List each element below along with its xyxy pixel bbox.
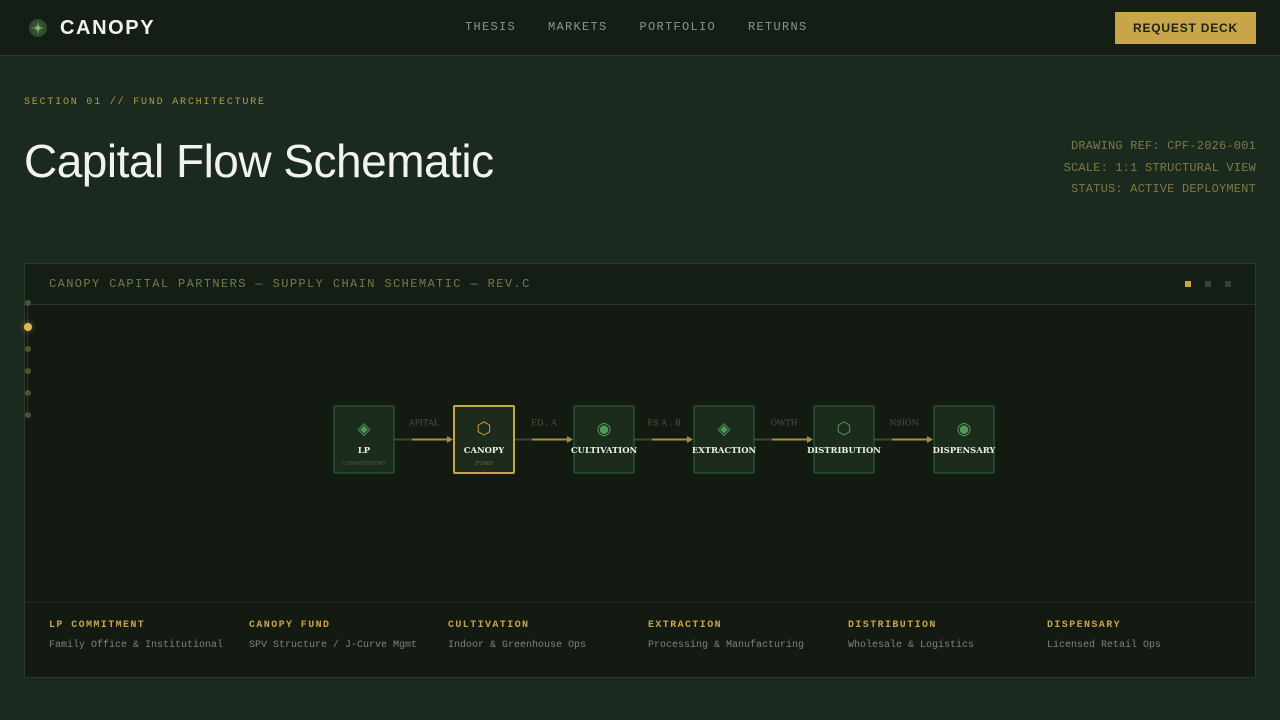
supply-chain-schematic: APITAL ED . A ES A . B OWTH NSION ◈ LP COMMITME… — [333, 405, 997, 474]
nav-link-thesis[interactable]: THESIS — [465, 20, 516, 34]
connector-label: OWTH — [770, 419, 797, 428]
schematic-node[interactable]: ◈ LP COMMITMENT — [333, 405, 395, 474]
rail-step[interactable] — [25, 346, 31, 352]
connector-label: APITAL — [408, 419, 440, 428]
flow-connector: ES A . B — [634, 419, 693, 443]
hexagon-icon: ⬡ — [837, 419, 852, 439]
canopy-leaf-icon — [29, 19, 47, 37]
section-eyebrow: SECTION 01 // FUND ARCHITECTURE — [24, 97, 266, 108]
diamond-icon: ◈ — [357, 419, 371, 439]
meta-drawing-ref: DRAWING REF: CPF-2026-001 — [1070, 139, 1256, 153]
circle-dot-icon: ◉ — [957, 419, 972, 439]
side-scroll-rail — [24, 296, 32, 422]
node-sub: COMMITMENT — [342, 461, 386, 467]
legend-desc: Wholesale & Logistics — [848, 640, 975, 651]
view-dot-2[interactable] — [1205, 281, 1211, 287]
legend-desc: Family Office & Institutional — [49, 640, 224, 651]
schematic-panel: CANOPY CAPITAL PARTNERS — SUPPLY CHAIN S… — [24, 263, 1256, 678]
arrow-head-icon — [567, 436, 573, 443]
nav-link-markets[interactable]: MARKETS — [548, 20, 608, 34]
legend-desc: SPV Structure / J-Curve Mgmt — [249, 640, 418, 651]
meta-scale: SCALE: 1:1 STRUCTURAL VIEW — [1063, 160, 1256, 175]
nav-link-returns[interactable]: RETURNS — [748, 20, 808, 34]
node-name: DISTRIBUTION — [807, 445, 881, 455]
brand-name: CANOPY — [60, 16, 156, 39]
connector-label: ED . A — [531, 419, 557, 428]
top-nav: CANOPY THESIS MARKETS PORTFOLIO RETURNS … — [0, 0, 1280, 56]
node-name: DISPENSARY — [933, 445, 997, 455]
rail-step[interactable] — [25, 300, 31, 306]
connector-label: ES A . B — [647, 419, 680, 428]
legend-label: CANOPY FUND — [249, 620, 331, 631]
legend-label: LP COMMITMENT — [49, 620, 146, 631]
legend-label: DISTRIBUTION — [848, 620, 937, 631]
view-dot-1[interactable] — [1185, 281, 1191, 287]
legend-item: CULTIVATION Indoor & Greenhouse Ops — [448, 620, 638, 651]
request-deck-button[interactable]: REQUEST DECK — [1115, 12, 1256, 44]
meta-status: STATUS: ACTIVE DEPLOYMENT — [1070, 182, 1256, 196]
legend-desc: Processing & Manufacturing — [648, 640, 805, 651]
flow-connector: ED . A — [514, 419, 573, 443]
arrow-head-icon — [447, 436, 453, 443]
node-box — [573, 405, 635, 474]
schematic-node[interactable]: ◉ CULTIVATION — [571, 405, 638, 474]
panel-title: CANOPY CAPITAL PARTNERS — SUPPLY CHAIN S… — [49, 277, 531, 291]
panel-view-switcher — [1171, 281, 1231, 287]
arrow-head-icon — [687, 436, 693, 443]
schematic-node[interactable]: ⬡ DISTRIBUTION — [807, 405, 881, 474]
legend-label: EXTRACTION — [648, 620, 723, 631]
node-name: EXTRACTION — [692, 445, 757, 455]
legend-item: DISTRIBUTION Wholesale & Logistics — [848, 620, 1038, 651]
legend-item: CANOPY FUND SPV Structure / J-Curve Mgmt — [249, 620, 439, 651]
node-box — [933, 405, 995, 474]
rail-line — [27, 300, 28, 416]
nav-links: THESIS MARKETS PORTFOLIO RETURNS — [465, 20, 840, 34]
node-box — [813, 405, 875, 474]
flow-connector: OWTH — [754, 419, 813, 443]
schematic-node[interactable]: ⬡ CANOPY FUND — [453, 405, 515, 474]
node-name: CULTIVATION — [571, 445, 638, 455]
drawing-meta: DRAWING REF: CPF-2026-001 SCALE: 1:1 STR… — [1064, 136, 1256, 201]
circle-dot-icon: ◉ — [597, 419, 612, 439]
schematic-node[interactable]: ◈ EXTRACTION — [692, 405, 757, 474]
schematic-node[interactable]: ◉ DISPENSARY — [933, 405, 997, 474]
flow-connector: NSION — [874, 419, 933, 443]
diamond-icon: ◈ — [717, 419, 731, 439]
stage-legend: LP COMMITMENT Family Office & Institutio… — [25, 602, 1255, 678]
arrow-head-icon — [807, 436, 813, 443]
rail-step[interactable] — [25, 390, 31, 396]
panel-header: CANOPY CAPITAL PARTNERS — SUPPLY CHAIN S… — [25, 264, 1255, 305]
brand[interactable]: CANOPY — [28, 17, 155, 39]
legend-desc: Indoor & Greenhouse Ops — [448, 640, 587, 651]
rail-step-active[interactable] — [24, 323, 32, 331]
node-sub: FUND — [475, 461, 493, 467]
nav-link-portfolio[interactable]: PORTFOLIO — [640, 20, 717, 34]
node-name: LP — [358, 445, 371, 455]
page-title: Capital Flow Schematic — [24, 135, 494, 187]
connector-label: NSION — [889, 419, 918, 428]
legend-label: DISPENSARY — [1047, 620, 1122, 631]
arrow-head-icon — [927, 436, 933, 443]
legend-desc: Licensed Retail Ops — [1047, 640, 1162, 651]
node-name: CANOPY — [464, 445, 505, 455]
hexagon-icon: ⬡ — [477, 419, 492, 439]
legend-label: CULTIVATION — [448, 620, 530, 631]
node-box — [693, 405, 755, 474]
rail-step[interactable] — [25, 368, 31, 374]
rail-step[interactable] — [25, 412, 31, 418]
legend-item: LP COMMITMENT Family Office & Institutio… — [49, 620, 239, 651]
flow-connector: APITAL — [394, 419, 453, 443]
legend-item: EXTRACTION Processing & Manufacturing — [648, 620, 838, 651]
view-dot-3[interactable] — [1225, 281, 1231, 287]
legend-item: DISPENSARY Licensed Retail Ops — [1047, 620, 1237, 651]
